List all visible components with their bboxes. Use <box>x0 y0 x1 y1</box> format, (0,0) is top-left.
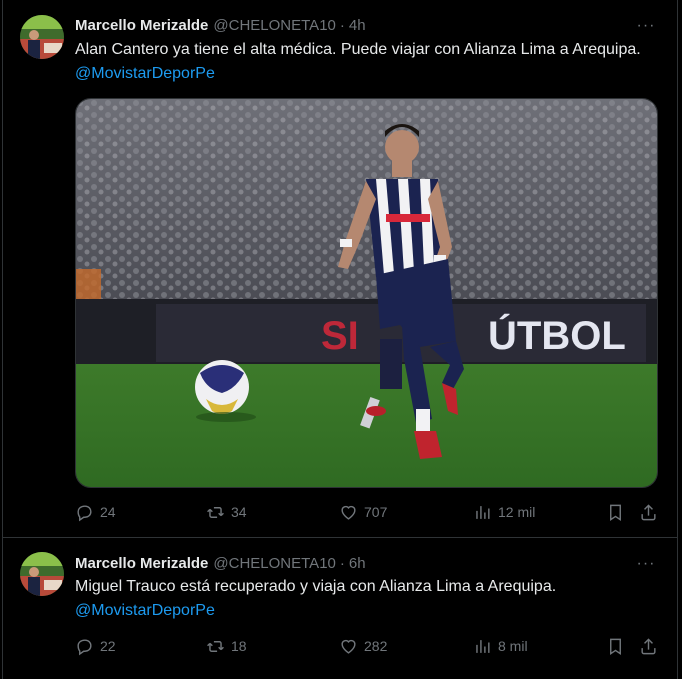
avatar-image <box>20 552 64 596</box>
retweet-count: 34 <box>231 504 247 520</box>
retweet-count: 18 <box>231 638 247 654</box>
tweet-header: Marcello Merizalde @CHELONETA10 · 4h <box>75 15 366 35</box>
bookmark-icon <box>610 638 621 655</box>
share-button[interactable] <box>639 502 658 522</box>
tweet-actions: 22 18 282 8 mil <box>75 636 665 656</box>
timestamp[interactable]: 4h <box>349 17 366 34</box>
like-button[interactable]: 282 <box>339 636 387 656</box>
banner-text-right: ÚTBOL <box>488 312 626 358</box>
author-name[interactable]: Marcello Merizalde <box>75 17 208 34</box>
author-name[interactable]: Marcello Merizalde <box>75 555 208 572</box>
like-count: 282 <box>364 638 388 654</box>
avatar[interactable] <box>20 552 64 596</box>
reply-button[interactable]: 24 <box>75 502 116 522</box>
reply-button[interactable]: 22 <box>75 636 116 656</box>
reply-icon <box>77 504 92 521</box>
banner-text-left: SI <box>321 314 359 358</box>
retweet-icon <box>207 640 224 652</box>
author-handle[interactable]: @CHELONETA10 <box>213 17 335 34</box>
timeline: Marcello Merizalde @CHELONETA10 · 4h ···… <box>0 0 682 679</box>
more-icon[interactable]: ··· <box>636 16 656 36</box>
tweet[interactable]: Marcello Merizalde @CHELONETA10 · 6h ···… <box>3 538 678 679</box>
avatar[interactable] <box>20 15 64 59</box>
retweet-button[interactable]: 18 <box>206 636 247 656</box>
tweet-body: Alan Cantero ya tiene el alta médica. Pu… <box>75 41 641 58</box>
views-icon <box>476 639 490 653</box>
share-icon <box>641 503 656 520</box>
reply-count: 24 <box>100 504 116 520</box>
tweet-text: Alan Cantero ya tiene el alta médica. Pu… <box>75 38 655 86</box>
like-button[interactable]: 707 <box>339 502 387 522</box>
reply-count: 22 <box>100 638 116 654</box>
bookmark-icon <box>610 504 621 521</box>
separator: · <box>339 554 345 572</box>
photo-football-player: SI ÚTBOL <box>76 99 657 487</box>
tweet-actions: 24 34 707 12 mil <box>75 502 665 522</box>
author-handle[interactable]: @CHELONETA10 <box>213 555 335 572</box>
mention-link[interactable]: @MovistarDeporPe <box>75 599 655 623</box>
retweet-button[interactable]: 34 <box>206 502 247 522</box>
tweet-header: Marcello Merizalde @CHELONETA10 · 6h <box>75 553 366 573</box>
more-label: ··· <box>636 555 656 572</box>
views-count: 8 mil <box>498 638 528 654</box>
reply-icon <box>77 638 92 655</box>
tweet-body: Miguel Trauco está recuperado y viaja co… <box>75 578 557 595</box>
separator: · <box>339 16 345 34</box>
like-count: 707 <box>364 504 388 520</box>
share-button[interactable] <box>639 636 658 656</box>
views-button[interactable]: 12 mil <box>473 502 535 522</box>
views-button[interactable]: 8 mil <box>473 636 528 656</box>
tweet[interactable]: Marcello Merizalde @CHELONETA10 · 4h ···… <box>3 0 678 537</box>
more-icon[interactable]: ··· <box>636 554 656 574</box>
retweet-icon <box>207 506 224 518</box>
bookmark-button[interactable] <box>606 502 625 522</box>
views-count: 12 mil <box>498 504 536 520</box>
like-icon <box>341 639 356 654</box>
bookmark-button[interactable] <box>606 636 625 656</box>
mention-link[interactable]: @MovistarDeporPe <box>75 65 215 82</box>
share-icon <box>641 637 656 654</box>
timestamp[interactable]: 6h <box>349 555 366 572</box>
tweet-text: Miguel Trauco está recuperado y viaja co… <box>75 575 655 623</box>
more-label: ··· <box>636 17 656 34</box>
like-icon <box>341 505 356 520</box>
tweet-photo[interactable]: SI ÚTBOL <box>75 98 658 488</box>
views-icon <box>476 505 490 519</box>
avatar-image <box>20 15 64 59</box>
